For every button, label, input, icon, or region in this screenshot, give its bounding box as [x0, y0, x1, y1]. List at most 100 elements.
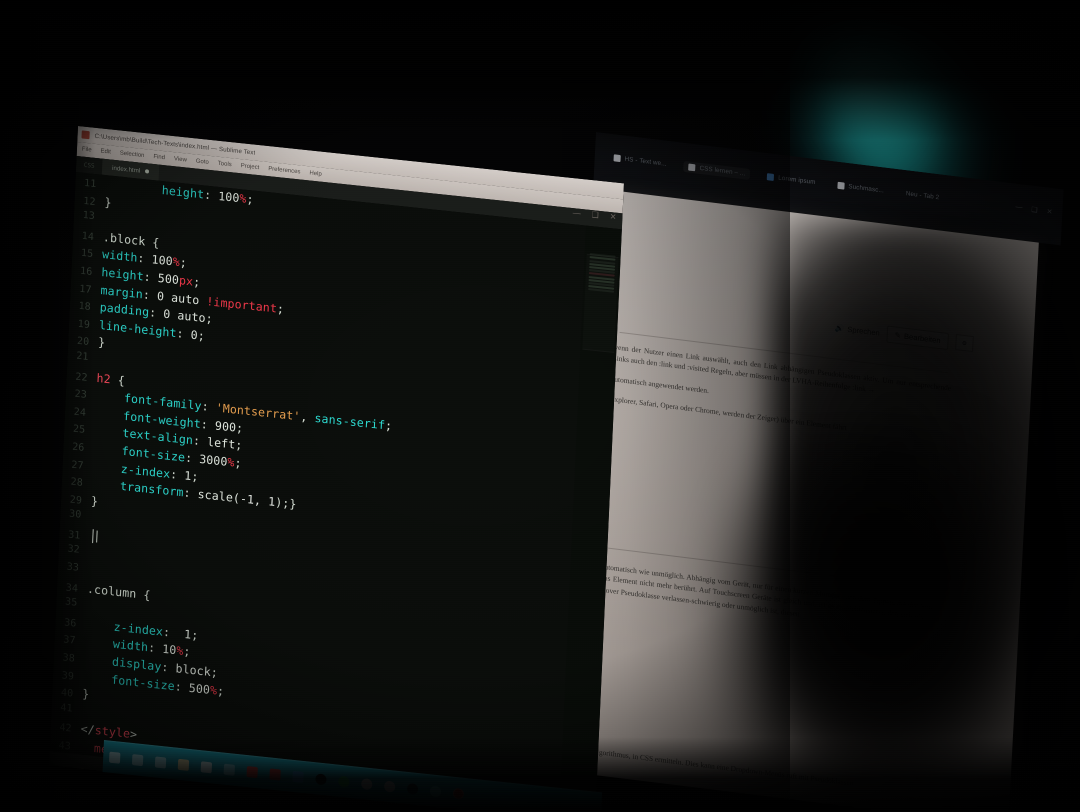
- menu-preferences[interactable]: Preferences: [268, 166, 301, 175]
- text-cursor: [96, 530, 98, 543]
- store-icon[interactable]: [200, 760, 213, 773]
- line-number: 37: [63, 634, 76, 648]
- settings-button[interactable]: ⚙: [955, 333, 974, 353]
- sublime-icon[interactable]: [429, 784, 442, 797]
- recording-icon[interactable]: [452, 787, 465, 800]
- favicon-icon: [767, 173, 775, 182]
- menu-project[interactable]: Project: [241, 163, 260, 171]
- editor-monitor: C:\Users\mb\Build\Tech-Texts\index.html …: [48, 126, 624, 812]
- sublime-app-icon: [81, 130, 90, 140]
- line-number: 39: [61, 669, 75, 683]
- minimize-button[interactable]: —: [573, 208, 581, 218]
- line-number: 21: [76, 350, 89, 363]
- browser-window-buttons: — ❑ ✕: [1015, 204, 1052, 217]
- page-body-3: Algorithmus, in CSS ermitteln. Dies kann…: [591, 746, 930, 808]
- menu-view[interactable]: View: [174, 156, 187, 163]
- code-text: }: [97, 335, 106, 351]
- menu-find[interactable]: Find: [153, 154, 165, 161]
- browser-monitor: HS - Text we... CSS lernen – ... Lorem i…: [563, 132, 1064, 812]
- photo-scene: HS - Text we... CSS lernen – ... Lorem i…: [0, 0, 1080, 812]
- line-number: 24: [73, 406, 87, 419]
- speak-button[interactable]: 🔊 Sprechen: [835, 323, 880, 337]
- line-number: 19: [77, 318, 91, 331]
- search-icon[interactable]: [131, 753, 144, 766]
- line-number: 35: [64, 596, 78, 609]
- browser-tab-label: Neu - Tab 2: [905, 190, 940, 202]
- task-view-icon[interactable]: [154, 755, 167, 769]
- steam-icon[interactable]: [406, 782, 419, 795]
- line-number: 23: [74, 388, 88, 402]
- photoshop-icon[interactable]: [269, 767, 281, 781]
- notes-icon[interactable]: [361, 777, 373, 790]
- menu-help[interactable]: Help: [309, 170, 322, 177]
- terminal-icon[interactable]: [315, 772, 327, 785]
- line-number: 42: [59, 722, 72, 735]
- maximize-button[interactable]: ❑: [1031, 206, 1038, 215]
- menu-file[interactable]: File: [82, 147, 92, 154]
- minimap-viewport[interactable]: [582, 254, 618, 353]
- code-area[interactable]: 11 height: 100%; 12} 13 14 .block {15 width: …: [49, 172, 584, 812]
- code-text: │: [89, 528, 98, 544]
- line-number: 41: [60, 702, 73, 715]
- pencil-icon: ✎: [894, 330, 902, 340]
- browser-tab-4[interactable]: Neu - Tab 2: [901, 188, 945, 204]
- line-number: 28: [70, 476, 84, 489]
- line-number: 15: [80, 248, 94, 261]
- minimize-button[interactable]: —: [1015, 204, 1022, 213]
- code-text: }: [90, 493, 99, 509]
- line-number: 33: [66, 561, 80, 574]
- chrome-icon[interactable]: [383, 780, 396, 793]
- browser-tab-1[interactable]: CSS lernen – ...: [683, 160, 751, 181]
- menu-tools[interactable]: Tools: [218, 161, 232, 168]
- browser-tab-0[interactable]: HS - Text we...: [608, 152, 672, 171]
- code-text: }: [104, 194, 112, 210]
- line-number: 38: [62, 652, 76, 665]
- speaker-icon: 🔊: [834, 322, 845, 333]
- edit-button[interactable]: ✎ Bearbeiten: [886, 325, 949, 350]
- line-number: 14: [81, 230, 95, 243]
- line-number: 18: [78, 300, 92, 314]
- browser-tab-3[interactable]: Suchmasc...: [832, 179, 889, 197]
- line-number: 20: [76, 336, 90, 349]
- page-body-2: automatisch wie unmöglich. Abhängig vom …: [599, 561, 940, 646]
- line-number: 34: [65, 582, 79, 595]
- line-number: 12: [83, 195, 96, 208]
- editor-surface[interactable]: 11 height: 100%; 12} 13 14 .block {15 width: …: [48, 171, 622, 812]
- line-number: 16: [79, 265, 93, 279]
- line-number: 11: [83, 177, 97, 191]
- browser-tab-label: Lorem ipsum: [778, 174, 816, 187]
- code-icon[interactable]: [292, 770, 304, 783]
- maximize-button[interactable]: ❑: [591, 210, 599, 220]
- gear-icon: ⚙: [962, 338, 967, 348]
- favicon-icon: [837, 181, 845, 190]
- menu-goto[interactable]: Goto: [196, 158, 209, 165]
- menu-selection[interactable]: Selection: [120, 150, 145, 159]
- line-number: 32: [67, 543, 80, 557]
- line-number: 25: [72, 423, 86, 437]
- explorer-icon[interactable]: [177, 758, 190, 771]
- favicon-icon: [613, 154, 621, 163]
- line-number: 22: [75, 371, 88, 384]
- spotify-icon[interactable]: [338, 775, 350, 788]
- unsaved-indicator-icon: [145, 169, 150, 174]
- close-button[interactable]: ✕: [1046, 207, 1052, 216]
- adobe-icon[interactable]: [246, 765, 258, 778]
- favicon-icon: [688, 163, 696, 172]
- line-number: 36: [63, 617, 77, 630]
- line-number: 29: [69, 494, 83, 507]
- browser-tab-2[interactable]: Lorem ipsum: [762, 171, 821, 189]
- speak-label: Sprechen: [847, 324, 881, 338]
- close-button[interactable]: ✕: [610, 212, 617, 222]
- menu-edit[interactable]: Edit: [100, 148, 111, 155]
- start-button[interactable]: [109, 751, 121, 764]
- browser-tab-label: Suchmasc...: [848, 183, 885, 195]
- line-number: 26: [71, 441, 85, 454]
- page-body: wenn der Nutzer einen Link auswählt, auc…: [609, 341, 951, 455]
- mail-icon[interactable]: [223, 763, 236, 776]
- line-number: 27: [71, 459, 84, 472]
- browser-tab-label: CSS lernen – ...: [699, 164, 746, 178]
- browser-tab-label: HS - Text we...: [624, 155, 667, 168]
- page-paragraph: automatisch wie unmöglich. Abhängig vom …: [599, 561, 940, 624]
- edit-label: Bearbeiten: [903, 331, 941, 345]
- line-number: 40: [60, 687, 74, 700]
